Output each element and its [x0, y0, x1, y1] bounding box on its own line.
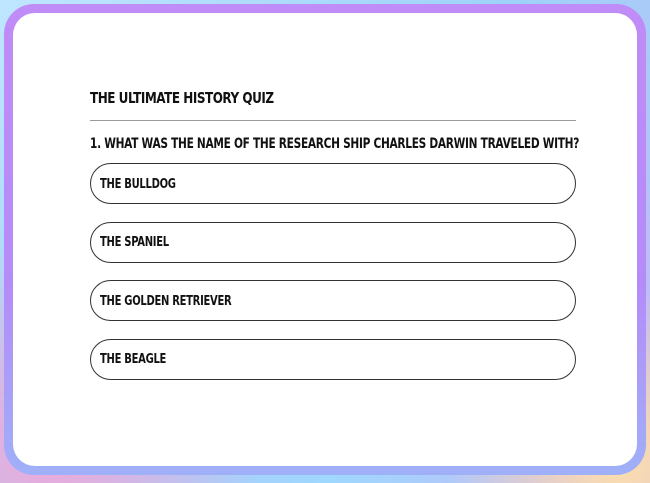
answer-option-golden-retriever[interactable]: THE GOLDEN RETRIEVER: [90, 280, 576, 321]
answer-option-label: THE GOLDEN RETRIEVER: [100, 292, 232, 309]
answer-option-spaniel[interactable]: THE SPANIEL: [90, 221, 576, 263]
answer-option-beagle[interactable]: THE BEAGLE: [90, 338, 576, 380]
quiz-card-frame: THE ULTIMATE HISTORY QUIZ 1. WHAT WAS TH…: [4, 4, 646, 475]
quiz-title: THE ULTIMATE HISTORY QUIZ: [90, 89, 274, 107]
answer-option-label: THE BEAGLE: [100, 351, 167, 367]
question-text: 1. WHAT WAS THE NAME OF THE RESEARCH SHI…: [90, 136, 580, 152]
answer-options: THE BULLDOG THE SPANIEL THE GOLDEN RETRI…: [90, 163, 576, 397]
quiz-card: THE ULTIMATE HISTORY QUIZ 1. WHAT WAS TH…: [13, 13, 637, 466]
divider: [90, 120, 576, 121]
answer-option-bulldog[interactable]: THE BULLDOG: [90, 163, 576, 204]
answer-option-label: THE BULLDOG: [100, 175, 176, 192]
answer-option-label: THE SPANIEL: [100, 234, 169, 250]
